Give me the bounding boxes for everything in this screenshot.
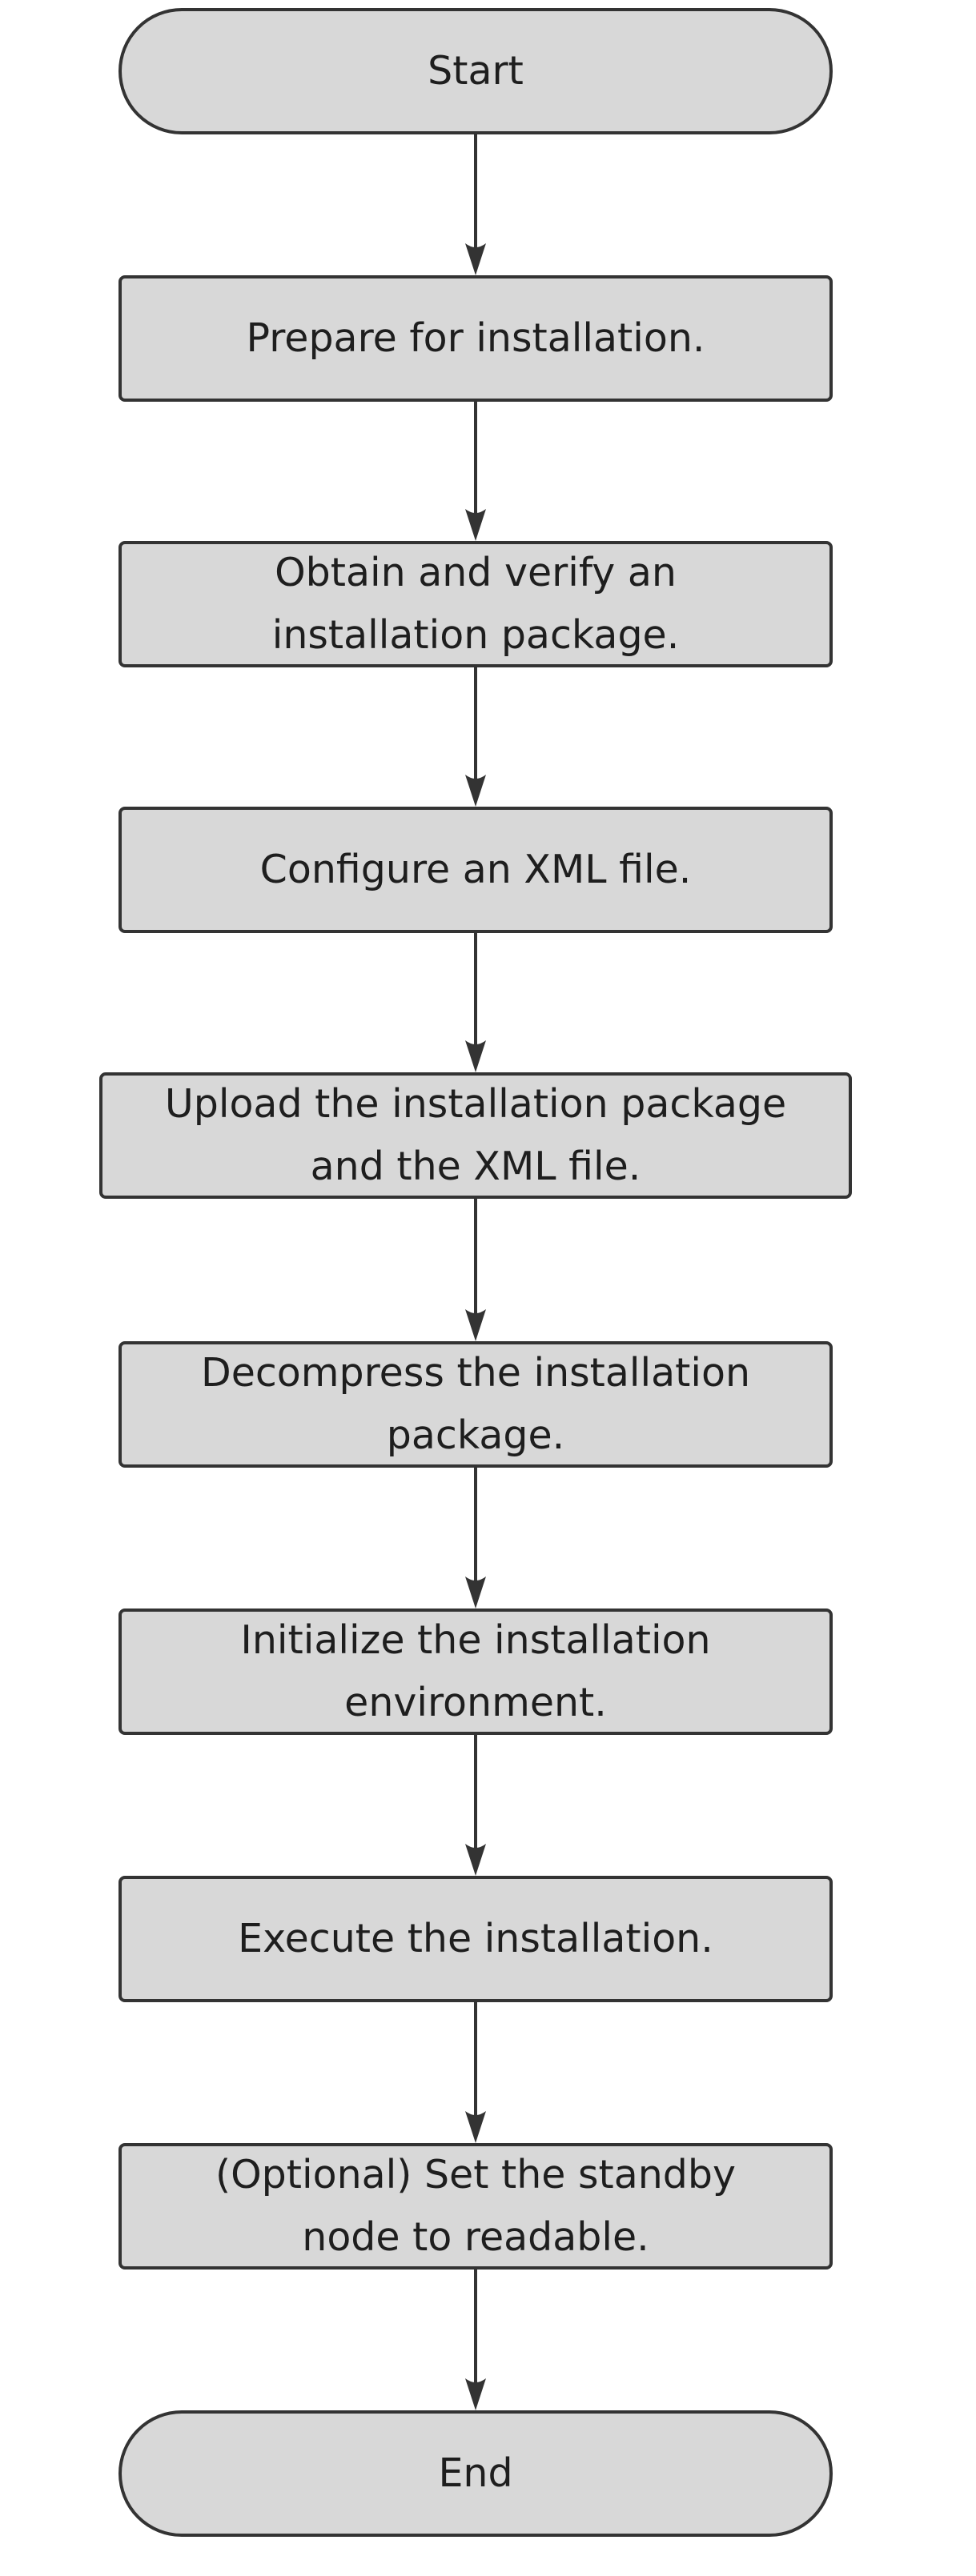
- arrow-prepare-to-obtain: [452, 402, 500, 541]
- arrow-icon: [465, 402, 486, 541]
- upload-package-xml-label: Upload the installation package and the …: [164, 1081, 787, 1189]
- arrow-decompress-to-initialize: [452, 1468, 500, 1608]
- arrowhead: [465, 243, 486, 275]
- arrowhead: [465, 2378, 486, 2410]
- arrowhead: [465, 1309, 486, 1341]
- obtain-verify-package-label: Obtain and verify an installation packag…: [271, 550, 680, 658]
- arrowhead: [465, 1576, 486, 1608]
- obtain-verify-package-step: Obtain and verify an installation packag…: [118, 541, 833, 667]
- optional-standby-readable-label: (Optional) Set the standby node to reada…: [215, 2152, 737, 2260]
- arrowhead: [465, 2111, 486, 2143]
- arrow-obtain-to-configure: [452, 667, 500, 807]
- arrow-icon: [465, 1735, 486, 1876]
- arrow-icon: [465, 134, 486, 275]
- execute-installation-label: Execute the installation.: [238, 1916, 713, 1961]
- optional-standby-readable-step: (Optional) Set the standby node to reada…: [118, 2143, 833, 2270]
- arrow-icon: [465, 1468, 486, 1608]
- arrowhead: [465, 775, 486, 807]
- start-node: Start: [118, 8, 833, 134]
- upload-package-xml-step: Upload the installation package and the …: [99, 1072, 852, 1199]
- installation-flowchart: Start Prepare for installation. Obtain a…: [0, 0, 976, 2576]
- configure-xml-step: Configure an XML file.: [118, 807, 833, 933]
- decompress-package-step: Decompress the installation package.: [118, 1341, 833, 1468]
- arrow-icon: [465, 667, 486, 807]
- configure-xml-label: Configure an XML file.: [259, 847, 692, 892]
- start-label: Start: [428, 48, 524, 94]
- arrow-execute-to-optional: [452, 2002, 500, 2143]
- arrowhead: [465, 1040, 486, 1072]
- arrow-initialize-to-execute: [452, 1735, 500, 1876]
- arrowhead: [465, 1844, 486, 1876]
- end-node: End: [118, 2410, 833, 2537]
- arrow-icon: [465, 1199, 486, 1341]
- arrow-icon: [465, 933, 486, 1072]
- arrow-icon: [465, 2270, 486, 2410]
- initialize-environment-label: Initialize the installation environment.: [240, 1617, 711, 1725]
- prepare-installation-label: Prepare for installation.: [246, 315, 705, 361]
- execute-installation-step: Execute the installation.: [118, 1876, 833, 2002]
- arrow-upload-to-decompress: [452, 1199, 500, 1341]
- arrow-start-to-prepare: [452, 134, 500, 275]
- initialize-environment-step: Initialize the installation environment.: [118, 1608, 833, 1735]
- end-label: End: [438, 2450, 513, 2496]
- arrow-configure-to-upload: [452, 933, 500, 1072]
- arrow-icon: [465, 2002, 486, 2143]
- decompress-package-label: Decompress the installation package.: [200, 1350, 751, 1458]
- arrow-optional-to-end: [452, 2270, 500, 2410]
- arrowhead: [465, 509, 486, 541]
- prepare-installation-step: Prepare for installation.: [118, 275, 833, 402]
